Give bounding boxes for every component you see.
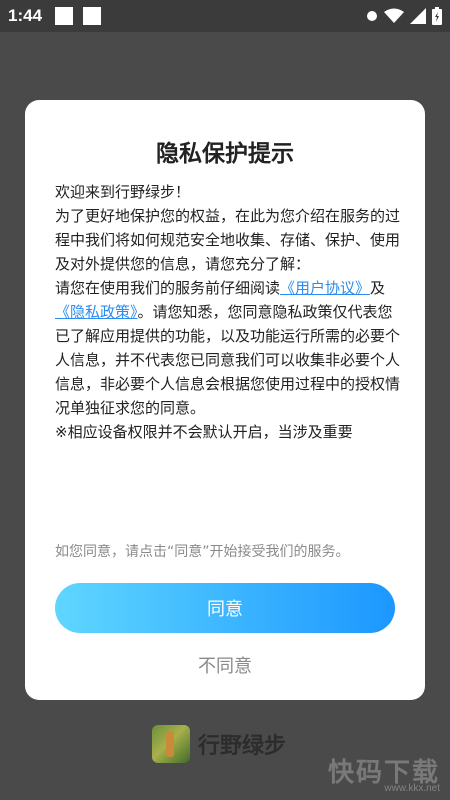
notification-icon (83, 7, 101, 25)
battery-icon (432, 7, 442, 25)
dialog-body[interactable]: 欢迎来到行野绿步！ 为了更好地保护您的权益，在此为您介绍在服务的过程中我们将如何… (55, 180, 400, 525)
dot-icon (367, 11, 377, 21)
status-bar: 1:44 (0, 0, 450, 32)
user-agreement-link[interactable]: 《用户协议》 (280, 279, 370, 297)
welcome-text: 欢迎来到行野绿步！ (55, 183, 191, 201)
and-text: 及 (370, 279, 386, 297)
privacy-dialog: 隐私保护提示 欢迎来到行野绿步！ 为了更好地保护您的权益，在此为您介绍在服务的过… (25, 100, 425, 700)
dialog-title: 隐私保护提示 (156, 141, 294, 167)
privacy-policy-link[interactable]: 《隐私政策》 (55, 303, 138, 321)
disagree-button[interactable]: 不同意 (175, 652, 275, 682)
watermark-url: www.kkx.net (384, 783, 440, 794)
notification-icon (55, 7, 73, 25)
paragraph-agreements-prefix: 请您在使用我们的服务前仔细阅读 (55, 279, 281, 297)
consent-hint: 如您同意，请点击“同意”开始接受我们的服务。 (55, 544, 350, 560)
status-time: 1:44 (8, 6, 43, 25)
paragraph-intro: 为了更好地保护您的权益，在此为您介绍在服务的过程中我们将如何规范安全地收集、存储… (55, 207, 400, 273)
agree-button[interactable]: 同意 (55, 583, 395, 633)
wifi-icon (384, 8, 404, 23)
paragraph-agreements: 请您在使用我们的服务前仔细阅读《用户协议》及《隐私政策》。请您知悉，您同意隐私政… (55, 276, 400, 420)
paragraph-permissions: ※相应设备权限并不会默认开启，当涉及重要 (55, 423, 353, 441)
app-name: 行野绿步 (198, 734, 287, 759)
status-icons (366, 6, 442, 26)
signal-icon (410, 8, 426, 24)
app-brand: 行野绿步 (152, 724, 286, 764)
app-logo-icon (152, 725, 190, 763)
